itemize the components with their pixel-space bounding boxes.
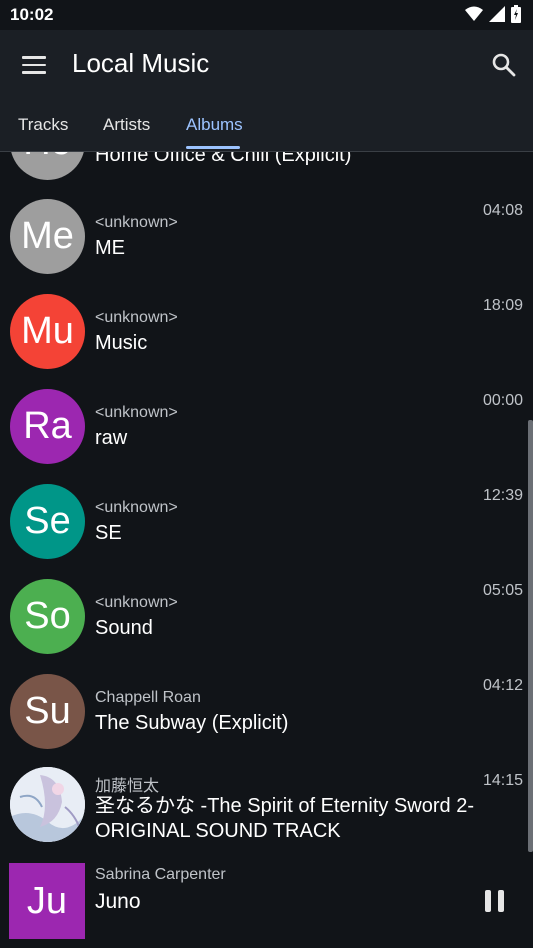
list-item[interactable]: Ra <unknown> raw 00:00 — [0, 380, 533, 475]
search-icon[interactable] — [491, 52, 517, 78]
album-title: Home Office & Chill (Explicit) — [95, 152, 352, 166]
scrollbar[interactable] — [528, 420, 533, 852]
album-duration: 14:15 — [482, 772, 523, 789]
menu-icon[interactable] — [22, 56, 46, 74]
list-item[interactable]: Su Chappell Roan The Subway (Explicit) 0… — [0, 665, 533, 760]
tab-bar: Tracks Artists Albums — [0, 95, 533, 152]
tab-tracks[interactable]: Tracks — [18, 115, 68, 135]
album-artist: <unknown> — [95, 594, 178, 611]
status-time: 10:02 — [10, 5, 54, 24]
album-title: Music — [95, 332, 148, 354]
album-avatar: Ra — [10, 389, 85, 464]
album-duration: 12:39 — [482, 487, 523, 504]
pause-icon[interactable] — [485, 890, 505, 912]
album-artist: 加藤恒太 — [95, 778, 160, 795]
list-item[interactable]: Mu <unknown> Music 18:09 — [0, 285, 533, 380]
album-title: SE — [95, 522, 122, 544]
tab-indicator — [186, 146, 240, 149]
album-duration: 05:05 — [482, 582, 523, 599]
album-duration: 04:08 — [482, 202, 523, 219]
album-title: Sound — [95, 617, 153, 639]
album-artist: <unknown> — [95, 309, 178, 326]
tab-albums[interactable]: Albums — [186, 115, 243, 135]
battery-icon — [511, 5, 521, 23]
album-avatar: Me — [10, 199, 85, 274]
signal-icon — [489, 6, 505, 22]
album-duration: 18:09 — [482, 297, 523, 314]
list-item[interactable]: Se <unknown> SE 12:39 — [0, 475, 533, 570]
album-avatar: Se — [10, 484, 85, 559]
mini-player[interactable]: Ju Sabrina Carpenter Juno — [0, 858, 533, 948]
status-bar: 10:02 — [0, 0, 533, 30]
now-playing-art: Ju — [9, 863, 85, 939]
album-avatar: Ho — [10, 152, 85, 180]
list-item[interactable]: 加藤恒太 圣なるかな -The Spirit of Eternity Sword… — [0, 760, 533, 858]
now-playing-artist: Sabrina Carpenter — [95, 866, 226, 883]
album-avatar: So — [10, 579, 85, 654]
album-title: 圣なるかな -The Spirit of Eternity Sword 2- O… — [95, 795, 474, 842]
app-bar: Local Music — [0, 30, 533, 95]
album-artist: <unknown> — [95, 214, 178, 231]
album-duration: 00:00 — [482, 392, 523, 409]
list-item[interactable]: So <unknown> Sound 05:05 — [0, 570, 533, 665]
status-icons — [465, 5, 521, 23]
album-list[interactable]: Ho Home Office & Chill (Explicit) Me <un… — [0, 152, 533, 858]
now-playing-title: Juno — [95, 890, 141, 913]
list-item[interactable]: Ho Home Office & Chill (Explicit) — [0, 152, 533, 190]
list-item[interactable]: Me <unknown> ME 04:08 — [0, 190, 533, 285]
album-title: ME — [95, 237, 125, 259]
page-title: Local Music — [72, 48, 210, 78]
album-artist: <unknown> — [95, 404, 178, 421]
tab-artists[interactable]: Artists — [103, 115, 150, 135]
album-title: The Subway (Explicit) — [95, 712, 289, 734]
album-cover-art — [10, 767, 85, 842]
wifi-icon — [465, 6, 483, 21]
album-duration: 04:12 — [482, 677, 523, 694]
album-artist: Chappell Roan — [95, 689, 201, 706]
album-avatar: Mu — [10, 294, 85, 369]
album-artist: <unknown> — [95, 499, 178, 516]
album-title: raw — [95, 427, 128, 449]
album-avatar: Su — [10, 674, 85, 749]
